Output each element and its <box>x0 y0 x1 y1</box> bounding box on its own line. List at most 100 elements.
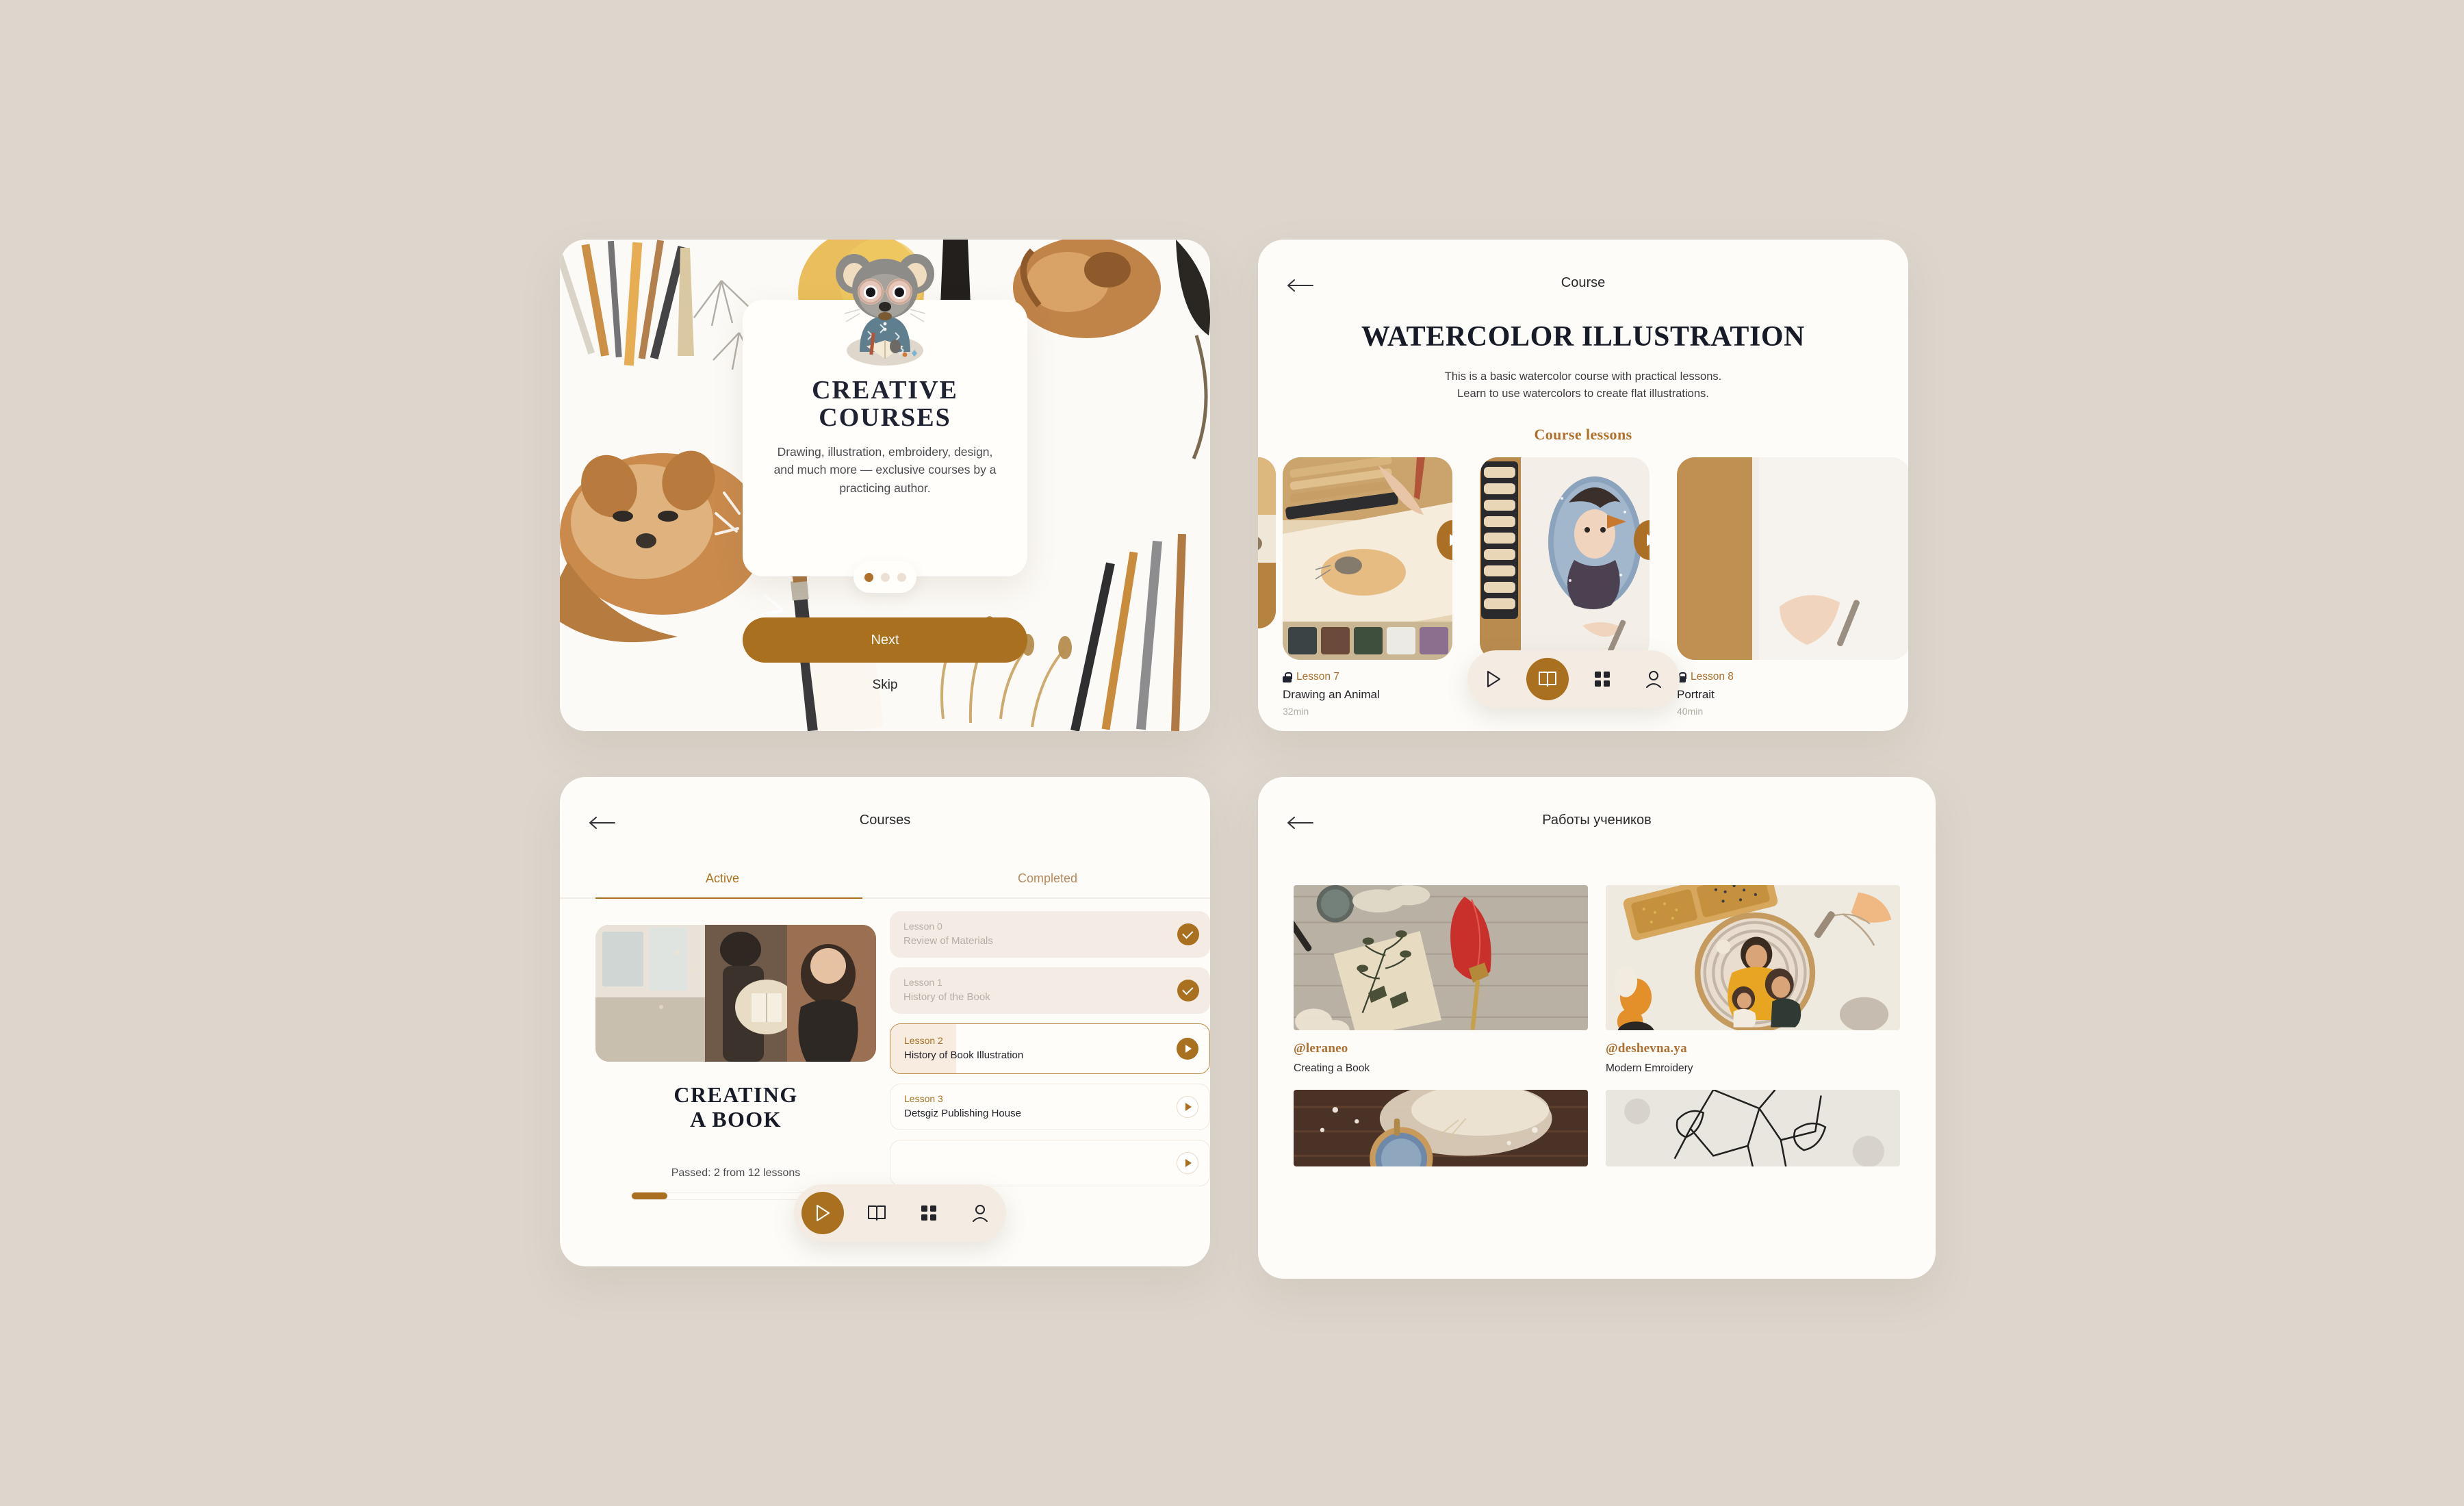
gallery-item-2[interactable] <box>1294 1090 1588 1166</box>
lesson-thumbnail-art <box>1258 457 1276 628</box>
lesson-meta-8: Lesson 8 Portrait 40min <box>1677 671 1734 717</box>
lesson-row-1[interactable]: Lesson 1 History of the Book <box>890 967 1210 1014</box>
gallery-image[interactable] <box>1606 1090 1900 1166</box>
skip-button[interactable]: Skip <box>873 678 898 693</box>
nav-play-button[interactable] <box>801 1192 844 1234</box>
pagination-dot-2[interactable] <box>880 572 890 582</box>
lesson-number: Lesson 8 <box>1691 671 1734 682</box>
lesson-name: History of the Book <box>903 991 990 1004</box>
pagination-dot-3[interactable] <box>897 572 906 582</box>
nav-book-button[interactable] <box>858 1195 895 1231</box>
onboarding-title-line1: CREATIVE <box>812 376 958 405</box>
lesson-card-8[interactable] <box>1480 457 1650 660</box>
lesson-card-7[interactable] <box>1283 457 1452 660</box>
lesson-number: Lesson 7 <box>1296 671 1339 682</box>
lesson-thumbnail-art <box>1283 457 1452 660</box>
nav-grid-button[interactable] <box>910 1195 947 1231</box>
course-hero-art <box>595 925 876 1062</box>
screenshot-canvas: CREATIVE COURSES Drawing, illustration, … <box>0 0 2464 1506</box>
lesson-thumbnail <box>1258 457 1276 628</box>
courses-header: Courses <box>560 777 1210 852</box>
lesson-number: Lesson 3 <box>904 1093 943 1105</box>
course-lessons-label: Course lessons <box>1534 425 1632 443</box>
gallery-username[interactable]: @leraneo <box>1294 1041 1588 1056</box>
lesson-row-text: Lesson 2 History of Book Illustration <box>904 1034 1023 1063</box>
lesson-duration: 32min <box>1283 706 1309 717</box>
gallery-item-0[interactable]: @leraneo Creating a Book <box>1294 885 1588 1075</box>
lesson-number-row: Lesson 7 <box>1283 671 1380 683</box>
lesson-row-4[interactable] <box>890 1140 1210 1186</box>
nav-profile-button[interactable] <box>962 1195 999 1231</box>
nav-book-button[interactable] <box>1526 658 1569 700</box>
lesson-name: Detsgiz Publishing House <box>904 1108 1021 1120</box>
gallery-image-art <box>1606 885 1900 1030</box>
progress-label: Passed: 2 from 12 lessons <box>671 1167 801 1179</box>
bottom-navigation-bar[interactable] <box>794 1184 1006 1242</box>
next-button[interactable]: Next <box>743 617 1027 663</box>
course-screen: Course WATERCOLOR ILLUSTRATION This is a… <box>1258 240 1908 731</box>
lesson-row-text: Lesson 0 Review of Materials <box>903 920 993 949</box>
courses-screen: Courses Active Completed CREATING A BOOK… <box>560 777 1210 1266</box>
gallery-username[interactable]: @deshevna.ya <box>1606 1041 1900 1056</box>
nav-profile-button[interactable] <box>1635 661 1672 698</box>
gallery-image-art <box>1294 885 1588 1030</box>
lesson-row-2[interactable]: Lesson 2 History of Book Illustration <box>890 1023 1210 1074</box>
book-icon <box>868 1205 886 1221</box>
lesson-thumbnail-art <box>1480 457 1650 660</box>
hero-title-line2: A BOOK <box>690 1107 782 1132</box>
lesson-completed-badge[interactable] <box>1177 923 1199 945</box>
lesson-row-0[interactable]: Lesson 0 Review of Materials <box>890 911 1210 958</box>
lesson-card-previous-partial[interactable] <box>1258 457 1276 628</box>
lesson-row-text: Lesson 3 Detsgiz Publishing House <box>904 1093 1021 1121</box>
tab-active[interactable]: Active <box>560 871 885 897</box>
onboarding-pagination-dots[interactable] <box>854 561 916 593</box>
lesson-completed-badge[interactable] <box>1177 980 1199 1001</box>
mouse-mascot-icon <box>836 254 934 366</box>
onboarding-card: CREATIVE COURSES Drawing, illustration, … <box>743 254 1027 576</box>
gallery-item-1[interactable]: @deshevna.ya Modern Emroidery <box>1606 885 1900 1075</box>
gallery-image[interactable] <box>1294 885 1588 1030</box>
lesson-number-row: Lesson 8 <box>1677 671 1734 683</box>
course-hero-image[interactable] <box>595 925 876 1062</box>
lesson-number: Lesson 0 <box>903 921 942 932</box>
play-icon <box>1487 671 1500 687</box>
nav-play-button[interactable] <box>1475 661 1512 698</box>
gallery-item-3[interactable] <box>1606 1090 1900 1166</box>
course-description: This is a basic watercolor course with p… <box>1444 370 1722 400</box>
lesson-number: Lesson 1 <box>903 977 942 988</box>
lesson-name: Drawing an Animal <box>1283 688 1380 701</box>
lesson-row-text: Lesson 1 History of the Book <box>903 976 990 1005</box>
lesson-thumbnail <box>1677 457 1908 660</box>
lesson-meta-7: Lesson 7 Drawing an Animal 32min <box>1283 671 1380 717</box>
lesson-name: History of Book Illustration <box>904 1049 1024 1062</box>
lesson-play-button[interactable] <box>1177 1038 1198 1060</box>
onboarding-title: CREATIVE COURSES <box>812 376 958 432</box>
hero-title-line1: CREATING <box>673 1082 798 1107</box>
lesson-duration: 40min <box>1677 706 1704 717</box>
gallery-image[interactable] <box>1294 1090 1588 1166</box>
nav-grid-button[interactable] <box>1584 661 1621 698</box>
lesson-thumbnail <box>1480 457 1650 660</box>
grid-icon <box>921 1205 936 1221</box>
tab-completed[interactable]: Completed <box>885 871 1210 897</box>
gallery-image-art <box>1606 1090 1900 1166</box>
lesson-play-button[interactable] <box>1177 1096 1198 1118</box>
person-icon <box>973 1205 988 1222</box>
gallery-caption: Creating a Book <box>1294 1062 1370 1074</box>
lesson-thumbnail <box>1283 457 1452 660</box>
tab-underline-active <box>595 897 862 899</box>
lesson-row-3[interactable]: Lesson 3 Detsgiz Publishing House <box>890 1084 1210 1130</box>
pagination-dot-1[interactable] <box>864 572 873 582</box>
bottom-navigation-bar[interactable] <box>1467 650 1680 708</box>
lesson-card-next-partial[interactable] <box>1677 457 1908 660</box>
lock-icon <box>1283 672 1292 682</box>
gallery-image[interactable] <box>1606 885 1900 1030</box>
lesson-play-button[interactable] <box>1177 1152 1198 1174</box>
gallery-header: Работы учеников <box>1258 777 1936 852</box>
courses-tabs[interactable]: Active Completed <box>560 871 1210 897</box>
grid-icon <box>1594 672 1610 687</box>
lesson-list[interactable]: Lesson 0 Review of Materials Lesson 1 Hi… <box>890 911 1210 1196</box>
lesson-number: Lesson 2 <box>904 1035 943 1047</box>
lesson-thumbnail-art <box>1677 457 1908 660</box>
progress-bar-fill <box>632 1192 667 1199</box>
